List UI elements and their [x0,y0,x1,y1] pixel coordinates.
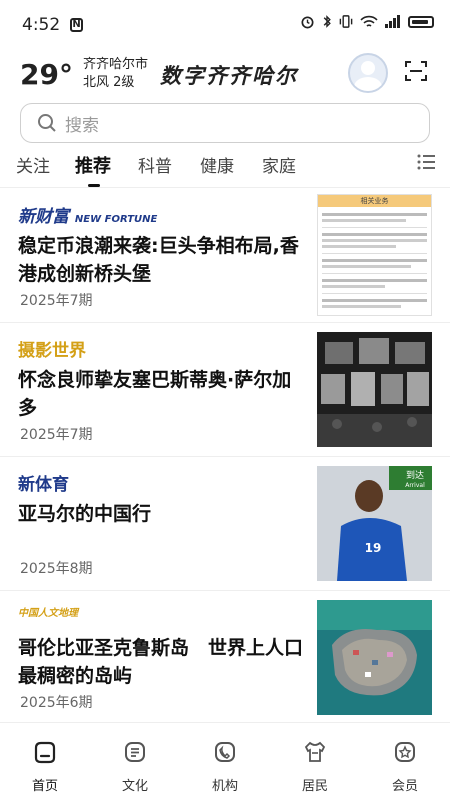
notification-icon: N [70,18,83,32]
article-title: 亚马尔的中国行 [18,503,152,525]
tab-family[interactable]: 家庭 [262,152,296,177]
island-photo [317,600,432,715]
article-date: 2025年7期 [20,427,93,443]
phone-icon [215,742,235,762]
tab-recommend[interactable]: 推荐 [75,152,111,178]
article-card[interactable]: 新体育 亚马尔的中国行 2025年8期 到达 Arrival 19 [0,456,450,591]
gallery-photo [317,332,432,447]
article-title: 怀念良师挚友塞巴斯蒂奥·萨尔加多 [18,369,292,419]
article-date: 2025年7期 [20,293,93,309]
brand-name: 新体育 [18,475,69,495]
home-icon [34,741,56,764]
signal-icon [385,15,400,28]
shirt-icon [304,741,326,762]
avatar[interactable] [348,53,388,93]
avatar-body [354,77,382,91]
nav-label: 会员 [391,779,418,794]
nav-label: 文化 [121,779,148,794]
article-card[interactable]: 中国人文地理 哥伦比亚圣克鲁斯岛 世界上人口最稠密的岛屿 2025年6期 [0,590,450,725]
arrival-sign-text: 到达 [406,469,424,481]
member-icon [395,742,415,762]
nav-label: 首页 [31,779,58,794]
app-title: 数字齐齐哈尔 [160,63,298,88]
jersey-number: 19 [365,541,382,555]
category-tabs: 关注 推荐 科普 健康 家庭 [0,146,450,188]
nav-label: 居民 [301,779,328,794]
article-card[interactable]: 新财富 NEW FORTUNE 稳定币浪潮来袭:巨头争相布局,香港成创新桥头堡 … [0,188,450,323]
nav-culture[interactable]: 文化 [100,733,170,794]
search-icon [38,114,56,132]
tab-health[interactable]: 健康 [200,152,234,177]
article-thumbnail: 到达 Arrival 19 [317,466,432,581]
vibrate-icon [339,15,353,28]
article-thumbnail [317,332,432,447]
article-title: 稳定币浪潮来袭:巨头争相布局,香港成创新桥头堡 [18,235,299,285]
tab-follow[interactable]: 关注 [16,152,50,177]
player-photo: 到达 Arrival 19 [317,466,432,581]
article-thumbnail [317,600,432,715]
temperature: 29° [20,57,73,91]
wifi-icon [360,15,378,27]
battery-icon [408,15,434,28]
menu-icon[interactable] [416,152,436,172]
thumb-text-lines [318,207,431,314]
bottom-navigation: 首页 文化 机构 居民 会员 [0,722,450,801]
scan-icon[interactable] [405,60,427,82]
weather-info: 齐齐哈尔市 北风 2级 [83,56,148,92]
article-date: 2025年8期 [20,561,93,577]
search-input[interactable]: 搜索 [20,103,430,143]
nav-label: 机构 [211,779,238,794]
nav-member[interactable]: 会员 [370,733,440,794]
thumb-header: 相关业务 [318,195,431,207]
status-time: 4:52 [22,15,61,35]
status-icons [300,14,434,29]
article-thumbnail: 相关业务 [317,194,432,316]
bluetooth-icon [323,15,331,28]
nav-institution[interactable]: 机构 [190,733,260,794]
wind-info: 北风 2级 [82,75,135,90]
brand-name: 摄影世界 [18,341,86,361]
alarm-icon [301,16,314,29]
search-placeholder: 搜索 [65,115,99,136]
article-card[interactable]: 摄影世界 怀念良师挚友塞巴斯蒂奥·萨尔加多 2025年7期 [0,322,450,457]
city-name: 齐齐哈尔市 [82,57,148,72]
nav-home[interactable]: 首页 [10,733,80,794]
avatar-head [361,61,375,75]
status-bar: 4:52 N [0,0,450,50]
arrival-sign-text-en: Arrival [405,482,425,489]
nav-resident[interactable]: 居民 [280,733,350,794]
brand-name: 新财富 [18,207,69,227]
book-icon [125,742,145,762]
brand-name-en: NEW FORTUNE [74,214,158,225]
brand-name: 中国人文地理 [18,608,78,619]
brand-logo: 新财富 NEW FORTUNE [18,202,157,227]
article-title: 哥伦比亚圣克鲁斯岛 世界上人口最稠密的岛屿 [18,637,304,687]
tab-science[interactable]: 科普 [138,152,172,177]
weather-widget[interactable]: 29° 齐齐哈尔市 北风 2级 [20,56,148,92]
article-date: 2025年6期 [20,695,93,711]
